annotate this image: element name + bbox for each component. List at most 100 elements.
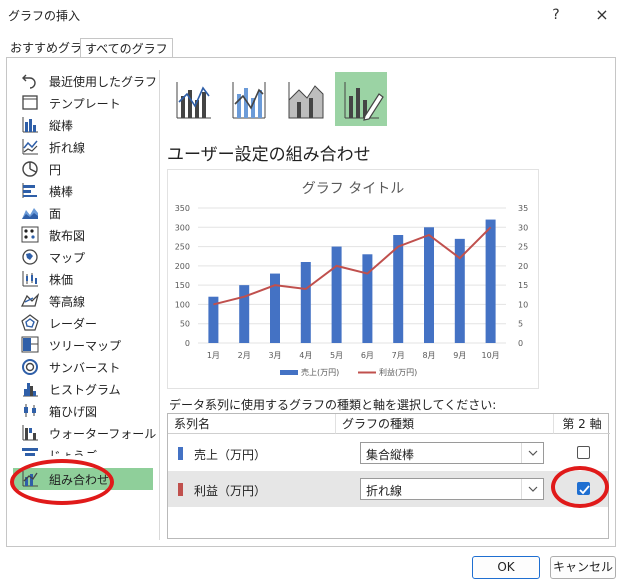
recent-icon — [22, 74, 36, 89]
subtype-clustered-column-line[interactable] — [167, 72, 219, 126]
sidebar-item-map[interactable]: マップ — [13, 246, 153, 267]
sidebar-item-stock[interactable]: 株価 — [13, 268, 153, 289]
template-icon — [22, 95, 38, 110]
sidebar-item-scatter[interactable]: 散布図 — [13, 224, 153, 245]
y2-tick-label: 0 — [518, 339, 523, 348]
legend-label: 利益(万円) — [379, 367, 417, 377]
y-tick-label: 50 — [180, 320, 190, 329]
sidebar-item-line[interactable]: 折れ線 — [13, 136, 153, 157]
sidebar-item-combo[interactable]: 組み合わせ — [13, 468, 153, 490]
column-header-chart-type: グラフの種類 — [336, 414, 554, 434]
bar — [362, 254, 373, 343]
x-tick-label: 10月 — [482, 351, 500, 360]
window-title: グラフの挿入 — [8, 9, 81, 23]
combo-chart: グラフ タイトル 0 50 100 150 200 250 300 350 0 5 10 15 20 25 3… — [175, 181, 528, 377]
title-bar: グラフの挿入 ? × — [0, 0, 622, 30]
combo-chart-icon — [22, 471, 38, 487]
x-tick-label: 9月 — [453, 351, 466, 360]
bar — [424, 227, 434, 343]
sunburst-chart-icon — [22, 359, 38, 375]
bar — [300, 262, 311, 343]
sidebar-item-label: 等高線 — [49, 295, 86, 309]
sidebar-item-label: じょうご — [49, 449, 98, 456]
sidebar-item-waterfall[interactable]: ウォーターフォール — [13, 422, 156, 443]
sidebar-item-label: ヒストグラム — [49, 383, 121, 397]
sidebar-item-treemap[interactable]: ツリーマップ — [13, 334, 153, 355]
series-grid: 系列名 グラフの種類 第 2 軸 売上（万円） 集合縦棒 利益（万円） 折れ線 — [167, 413, 610, 539]
combo-column-line-secondary-icon — [232, 82, 266, 119]
cancel-button[interactable]: キャンセル — [550, 556, 616, 579]
sidebar-item-bar[interactable]: 横棒 — [13, 180, 153, 201]
y2-tick-label: 35 — [518, 204, 528, 213]
close-button[interactable]: × — [588, 4, 616, 26]
sidebar-item-radar[interactable]: レーダー — [13, 312, 153, 333]
funnel-chart-icon — [22, 448, 38, 456]
legend-label: 売上(万円) — [301, 367, 339, 377]
x-tick-label: 6月 — [361, 351, 374, 360]
line-chart-icon — [22, 139, 38, 155]
bar — [485, 219, 496, 343]
bar — [270, 273, 280, 343]
sidebar-item-sunburst[interactable]: サンバースト — [13, 356, 153, 377]
y-tick-label: 300 — [175, 223, 190, 232]
y-tick-label: 0 — [185, 339, 190, 348]
series-color-swatch — [178, 483, 183, 496]
y-tick-label: 100 — [175, 300, 190, 309]
secondary-axis-checkbox[interactable] — [577, 446, 590, 459]
sidebar-item-label: 最近使用したグラフ — [49, 75, 158, 89]
dropdown-arrow[interactable] — [521, 443, 543, 463]
sidebar-item-label: 散布図 — [49, 229, 86, 243]
tab-all-charts[interactable]: すべてのグラフ — [80, 38, 173, 58]
subtype-clustered-column-line-secondary[interactable] — [223, 72, 275, 126]
chart-type-value: 集合縦棒 — [366, 448, 415, 462]
sidebar-item-boxwhisker[interactable]: 箱ひげ図 — [13, 400, 153, 421]
boxwhisker-chart-icon — [24, 404, 36, 417]
chart-type-select[interactable]: 集合縦棒 — [360, 442, 544, 464]
sidebar-item-label: ツリーマップ — [49, 339, 122, 353]
section-title: ユーザー設定の組み合わせ — [167, 145, 371, 165]
chart-type-select[interactable]: 折れ線 — [360, 478, 544, 500]
sidebar-item-area[interactable]: 面 — [13, 202, 153, 223]
sidebar-item-label: テンプレート — [49, 97, 121, 111]
secondary-axis-checkbox[interactable] — [577, 482, 590, 495]
y-tick-label: 150 — [175, 281, 190, 290]
chart-type-value: 折れ線 — [366, 484, 403, 498]
x-tick-label: 1月 — [207, 351, 220, 360]
area-chart-icon — [22, 208, 38, 219]
x-tick-label: 7月 — [392, 351, 405, 360]
combo-area-column-icon — [288, 82, 324, 119]
map-chart-icon — [22, 249, 38, 265]
sidebar-item-surface[interactable]: 等高線 — [13, 290, 153, 311]
chart-preview: グラフ タイトル 0 50 100 150 200 250 300 350 0 5 10 15 20 25 3… — [167, 169, 539, 389]
subtype-stacked-area-column[interactable] — [279, 72, 331, 126]
checkmark-icon — [579, 485, 590, 495]
scatter-chart-icon — [21, 226, 39, 243]
sidebar-item-label: 株価 — [49, 273, 74, 287]
sidebar-item-template[interactable]: テンプレート — [13, 92, 153, 113]
combo-column-line-icon — [176, 82, 211, 119]
series-color-swatch — [178, 447, 183, 460]
y-tick-label: 250 — [175, 243, 190, 252]
y2-tick-label: 5 — [518, 320, 523, 329]
sidebar-item-label: 箱ひげ図 — [49, 405, 98, 419]
sidebar-item-pie[interactable]: 円 — [13, 158, 153, 179]
sidebar-item-column[interactable]: 縦棒 — [13, 114, 153, 135]
treemap-chart-icon — [21, 336, 39, 353]
sidebar-item-histogram[interactable]: ヒストグラム — [13, 378, 153, 399]
sidebar-item-recent[interactable]: 最近使用したグラフ — [13, 70, 157, 91]
sidebar-item-funnel[interactable]: じょうご — [13, 444, 153, 456]
surface-chart-icon — [21, 293, 39, 307]
ok-button[interactable]: OK — [472, 556, 540, 579]
chevron-down-icon — [528, 450, 538, 456]
sidebar-item-label: サンバースト — [49, 361, 121, 375]
help-button[interactable]: ? — [542, 4, 570, 26]
bar — [393, 235, 404, 343]
stock-chart-icon — [22, 271, 38, 287]
sidebar-item-label: 組み合わせ — [49, 473, 110, 487]
subtype-custom-combo[interactable] — [335, 72, 387, 126]
sidebar-item-label: 折れ線 — [49, 141, 86, 155]
y2-tick-label: 10 — [518, 300, 528, 309]
dropdown-arrow[interactable] — [521, 479, 543, 499]
y2-tick-label: 15 — [518, 281, 528, 290]
x-tick-label: 2月 — [238, 351, 251, 360]
